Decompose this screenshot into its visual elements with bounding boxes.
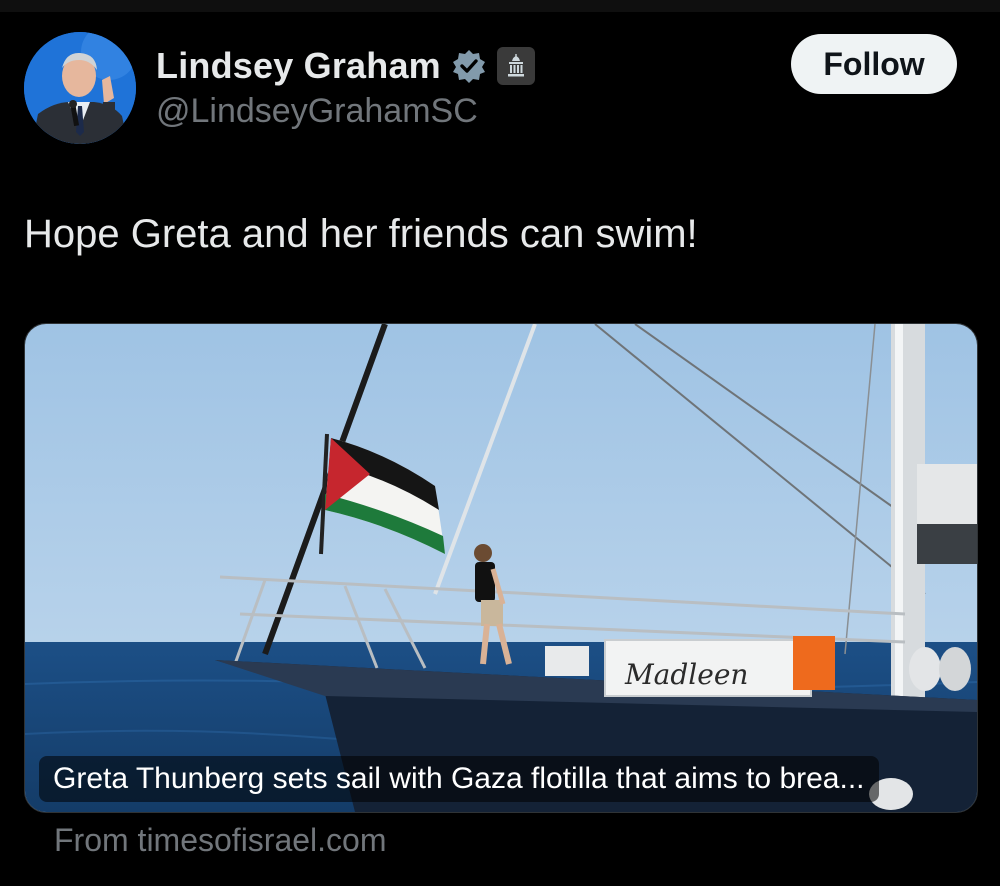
link-preview-card[interactable]: Madleen Greta Thunberg sets sail with Ga… <box>24 323 978 813</box>
name-row: Lindsey Graham <box>156 42 535 90</box>
tweet-text: Hope Greta and her friends can swim! <box>24 212 698 256</box>
follow-button[interactable]: Follow <box>791 34 957 94</box>
card-headline[interactable]: Greta Thunberg sets sail with Gaza floti… <box>39 756 879 802</box>
boat-name-label: Madleen <box>624 658 748 691</box>
display-name[interactable]: Lindsey Graham <box>156 45 441 87</box>
user-handle[interactable]: @LindseyGrahamSC <box>156 92 478 131</box>
government-building-icon[interactable] <box>496 47 535 85</box>
top-edge-bar <box>0 0 1000 12</box>
avatar[interactable] <box>24 32 136 144</box>
card-source-domain[interactable]: From timesofisrael.com <box>54 822 387 859</box>
verified-badge-icon[interactable] <box>451 48 487 84</box>
card-photo: Madleen <box>25 324 977 812</box>
